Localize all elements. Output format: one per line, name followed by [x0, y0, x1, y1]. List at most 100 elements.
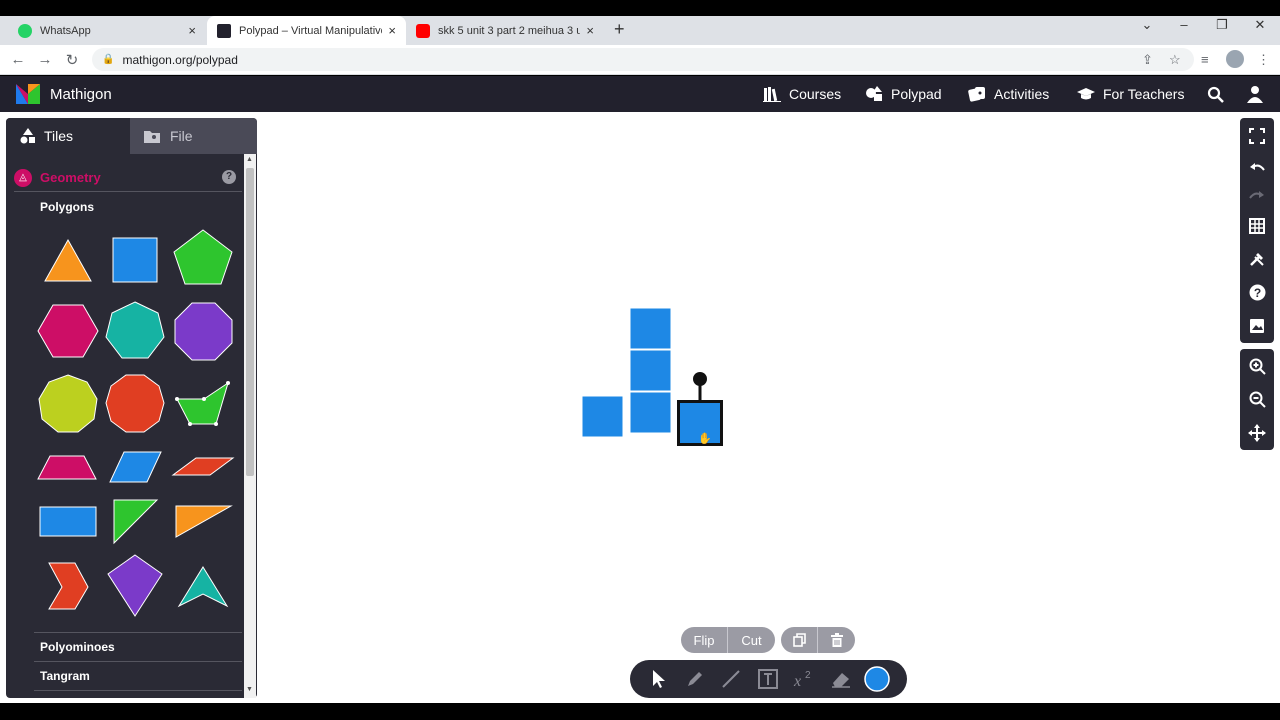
tab-whatsapp[interactable]: WhatsApp ×	[8, 16, 206, 45]
url-field[interactable]: 🔒 mathigon.org/polypad	[92, 48, 1194, 71]
tab-label: File	[170, 128, 193, 144]
nav-polypad[interactable]: Polypad	[865, 86, 942, 102]
nav-label: Activities	[994, 86, 1050, 102]
scrollbar-thumb[interactable]	[246, 168, 254, 476]
polypad-icon	[866, 86, 882, 101]
whatsapp-icon	[18, 23, 32, 38]
address-bar: ← → ↻ 🔒 mathigon.org/polypad ⇪ ☆ ≡ ⋮	[0, 45, 1280, 75]
pan-icon[interactable]	[1240, 416, 1274, 449]
shape-chevron[interactable]	[48, 562, 89, 610]
equation-icon[interactable]: x2	[791, 666, 817, 692]
nav-label: For Teachers	[1103, 86, 1185, 102]
search-icon[interactable]	[1207, 86, 1224, 103]
minimize-button[interactable]: –	[1169, 17, 1199, 32]
browser-menu-icon[interactable]: ⋮	[1257, 52, 1270, 68]
close-tab-icon[interactable]: ×	[388, 23, 396, 38]
divider	[34, 661, 242, 662]
shape-decagon[interactable]	[105, 374, 165, 433]
divider	[34, 690, 242, 691]
brand-name[interactable]: Mathigon	[50, 86, 112, 103]
zoom-in-icon[interactable]	[1240, 350, 1274, 383]
shape-triangle[interactable]	[44, 238, 92, 282]
shape-nonagon[interactable]	[38, 374, 98, 433]
tile-actions-menu	[781, 627, 855, 653]
nav-for-teachers[interactable]: For Teachers	[1077, 86, 1184, 102]
new-tab-button[interactable]: +	[614, 20, 625, 38]
shape-heptagon[interactable]	[105, 301, 165, 359]
shape-octagon[interactable]	[174, 302, 233, 361]
back-button[interactable]: ←	[8, 51, 28, 68]
line-icon[interactable]	[718, 666, 744, 692]
forward-button[interactable]: →	[35, 51, 55, 68]
media-icon[interactable]: ≡	[1201, 52, 1209, 67]
help-icon[interactable]: ?	[222, 170, 236, 184]
tab-polypad[interactable]: Polypad – Virtual Manipulatives - ×	[207, 16, 406, 45]
export-image-icon[interactable]	[1240, 309, 1274, 342]
category-geometry[interactable]: ◬ Geometry ?	[14, 164, 242, 192]
geometry-icon: ◬	[14, 168, 32, 187]
right-toolbar: ?	[1240, 118, 1274, 343]
scroll-up-icon[interactable]: ▲	[246, 156, 253, 163]
drawing-toolbar: x2	[630, 660, 907, 698]
shapes-icon	[20, 128, 35, 144]
share-icon[interactable]: ⇪	[1142, 52, 1153, 68]
nav-activities[interactable]: Activities	[968, 86, 1049, 102]
cut-button[interactable]: Cut	[728, 627, 775, 653]
shape-kite[interactable]	[107, 554, 163, 617]
scroll-down-icon[interactable]: ▼	[246, 686, 253, 693]
fullscreen-icon[interactable]	[1240, 119, 1274, 152]
nav-label: Polypad	[891, 86, 942, 102]
shape-pentagon[interactable]	[173, 229, 233, 285]
close-tab-icon[interactable]: ×	[188, 23, 196, 38]
tab-file[interactable]: File	[130, 118, 257, 154]
profile-avatar[interactable]	[1226, 50, 1244, 68]
graduation-cap-icon	[1077, 88, 1095, 100]
reload-button[interactable]: ↻	[62, 51, 82, 69]
books-icon	[763, 87, 781, 102]
close-window-button[interactable]: ✕	[1245, 17, 1275, 33]
shape-obtuse-triangle[interactable]	[175, 505, 233, 538]
restore-button[interactable]: ❐	[1207, 17, 1237, 33]
tab-tiles[interactable]: Tiles	[6, 118, 130, 154]
color-picker[interactable]	[864, 666, 890, 692]
duplicate-icon[interactable]	[781, 627, 818, 653]
shape-hexagon[interactable]	[37, 304, 99, 358]
pointer-icon[interactable]	[646, 666, 672, 692]
shape-arrowhead[interactable]	[177, 566, 229, 608]
url-text: mathigon.org/polypad	[122, 52, 238, 67]
svg-text:?: ?	[1253, 286, 1260, 300]
shape-right-triangle[interactable]	[113, 499, 159, 545]
user-icon[interactable]	[1246, 85, 1264, 103]
shape-rhombus-thin[interactable]	[171, 457, 235, 476]
shape-rectangle[interactable]	[39, 506, 97, 537]
zoom-out-icon[interactable]	[1240, 383, 1274, 416]
section-tangram[interactable]: Tangram	[40, 669, 90, 683]
mathigon-favicon-icon	[217, 23, 231, 38]
delete-icon[interactable]	[818, 627, 855, 653]
shape-custom-polygon[interactable]	[175, 381, 230, 426]
tab-title: skk 5 unit 3 part 2 meihua 3 unit	[438, 24, 581, 37]
pen-icon[interactable]	[682, 666, 708, 692]
svg-text:x: x	[793, 673, 801, 689]
section-polygons[interactable]: Polygons	[40, 200, 94, 214]
grid-icon[interactable]	[1240, 209, 1274, 242]
tab-search-icon[interactable]: ⌄	[1132, 17, 1162, 33]
shape-trapezoid[interactable]	[37, 455, 97, 480]
divider	[34, 632, 242, 633]
mathigon-logo-icon[interactable]	[16, 84, 40, 104]
zoom-toolbar	[1240, 349, 1274, 450]
flip-button[interactable]: Flip	[681, 627, 728, 653]
activities-icon	[968, 87, 985, 102]
eraser-icon[interactable]	[828, 666, 854, 692]
help-circle-icon[interactable]: ?	[1240, 276, 1274, 309]
close-tab-icon[interactable]: ×	[586, 23, 594, 38]
tab-youtube[interactable]: skk 5 unit 3 part 2 meihua 3 unit ×	[406, 16, 604, 45]
shape-rhombus-wide[interactable]	[109, 451, 162, 483]
shape-square[interactable]	[112, 237, 158, 283]
section-polyominoes[interactable]: Polyominoes	[40, 640, 115, 654]
nav-courses[interactable]: Courses	[763, 86, 841, 102]
text-box-icon[interactable]	[755, 666, 781, 692]
category-label: Geometry	[40, 170, 101, 185]
tools-icon[interactable]	[1240, 242, 1274, 275]
bookmark-star-icon[interactable]: ☆	[1169, 52, 1181, 68]
